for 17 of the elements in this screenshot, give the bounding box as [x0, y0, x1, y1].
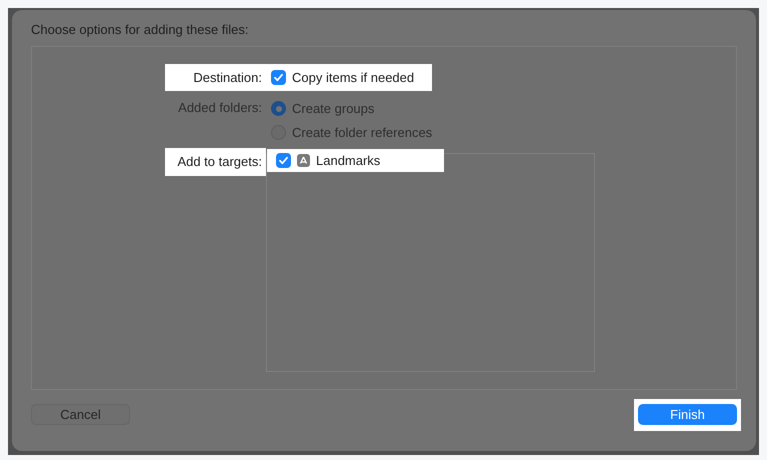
checkbox-label: Copy items if needed	[292, 68, 414, 87]
cancel-button[interactable]: Cancel	[31, 404, 130, 425]
radio-label: Create groups	[292, 100, 374, 118]
checkmark-icon	[278, 155, 289, 166]
checkmark-icon	[273, 72, 284, 83]
checkbox[interactable]	[271, 70, 286, 85]
option-label: Add to targets:	[176, 153, 263, 171]
target-item[interactable]: Landmarks	[267, 149, 444, 172]
radio-button[interactable]	[271, 101, 286, 116]
target-name: Landmarks	[316, 152, 380, 170]
radio-label: Create folder references	[292, 124, 432, 142]
dialog-title: Choose options for adding these files:	[31, 21, 250, 39]
finish-button[interactable]: Finish	[638, 404, 737, 426]
option-label: Destination:	[192, 69, 263, 87]
checkbox[interactable]	[276, 153, 291, 168]
option-label: Added folders:	[177, 99, 263, 117]
app-icon	[297, 154, 310, 167]
